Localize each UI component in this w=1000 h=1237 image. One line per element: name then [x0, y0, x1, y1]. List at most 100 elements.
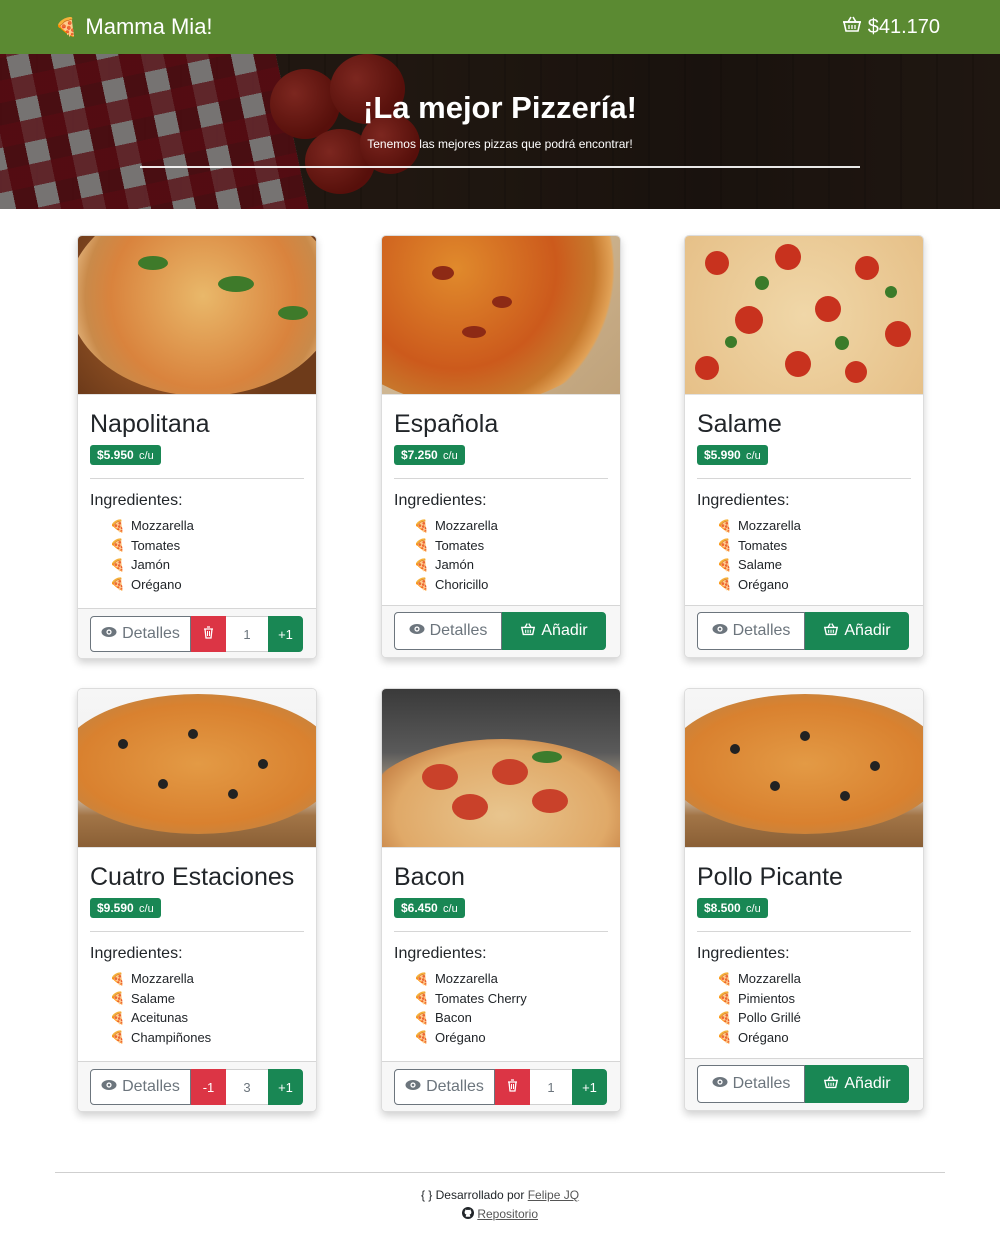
eye-icon — [409, 622, 425, 640]
ingredient-item: 🍕 Mozzarella — [110, 518, 194, 534]
brand-link[interactable]: 🍕 Mamma Mia! — [55, 14, 213, 40]
price-badge: $8.500 c/u — [697, 898, 768, 918]
ingredients-list: 🍕 Mozzarella 🍕 Tomates 🍕 Jamón 🍕 Choricillo — [394, 516, 608, 594]
ingredients-heading: Ingredientes: — [394, 492, 487, 509]
card-footer: Detalles Añadir — [685, 1058, 923, 1110]
pizza-card: Napolitana $5.950 c/u Ingredientes: 🍕 Moz… — [77, 235, 317, 659]
remove-button[interactable] — [191, 616, 226, 652]
pizza-slice-icon: 🍕 — [414, 518, 429, 533]
pizza-slice-icon: 🍕 — [110, 971, 125, 986]
pizza-card: Pollo Picante $8.500 c/u Ingredientes: 🍕… — [684, 688, 924, 1111]
ingredient-item: 🍕 Mozzarella — [110, 971, 194, 987]
ingredient-item: 🍕 Salame — [717, 557, 783, 573]
pizza-card: Bacon $6.450 c/u Ingredientes: 🍕 Mozzarel… — [381, 688, 621, 1112]
pizza-card: Salame $5.990 c/u Ingredientes: 🍕 Mozzare… — [684, 235, 924, 658]
increment-button[interactable]: +1 — [572, 1069, 607, 1105]
divider — [90, 478, 304, 479]
ingredient-item: 🍕 Tomates — [110, 537, 181, 553]
ingredient-item: 🍕 Mozzarella — [717, 971, 801, 987]
ingredient-item: 🍕 Aceitunas — [110, 1010, 189, 1026]
trash-icon — [203, 626, 214, 642]
trash-icon — [507, 1079, 518, 1095]
ingredient-item: 🍕 Orégano — [717, 1029, 789, 1045]
increment-button[interactable]: +1 — [268, 1069, 303, 1105]
ingredient-item: 🍕 Mozzarella — [414, 518, 498, 534]
ingredient-item: 🍕 Mozzarella — [414, 971, 498, 987]
pizza-slice-icon: 🍕 — [717, 991, 732, 1006]
brand-name: Mamma Mia! — [85, 14, 213, 39]
ingredient-item: 🍕 Jamón — [110, 557, 170, 573]
pizza-slice-icon: 🍕 — [717, 1030, 732, 1045]
details-button[interactable]: Detalles — [394, 612, 502, 650]
ingredient-item: 🍕 Tomates — [717, 537, 788, 553]
basket-icon — [520, 622, 536, 641]
details-button[interactable]: Detalles — [697, 1065, 805, 1103]
card-footer: Detalles -1 3 +1 — [78, 1061, 316, 1111]
basket-icon — [823, 622, 839, 641]
hero-subtitle: Tenemos las mejores pizzas que podrá enc… — [367, 137, 633, 151]
pizza-slice-icon: 🍕 — [717, 577, 732, 592]
pizza-slice-icon: 🍕 — [110, 1010, 125, 1025]
hero-title: ¡La mejor Pizzería! — [363, 90, 637, 125]
braces-icon: { } — [420, 1188, 433, 1202]
cart-total-button[interactable]: $41.170 — [842, 15, 940, 39]
divider — [697, 478, 911, 479]
ingredients-heading: Ingredientes: — [394, 945, 487, 962]
card-footer: Detalles 1 +1 — [382, 1061, 620, 1111]
pizza-image — [78, 689, 316, 848]
price-badge: $5.950 c/u — [90, 445, 161, 465]
repository-link[interactable]: Repositorio — [477, 1207, 538, 1221]
pizza-slice-icon: 🍕 — [717, 1010, 732, 1025]
eye-icon — [101, 1078, 117, 1096]
ingredient-item: 🍕 Salame — [110, 990, 176, 1006]
pizza-name: Bacon — [394, 863, 465, 891]
eye-icon — [101, 625, 117, 643]
ingredient-item: 🍕 Orégano — [110, 576, 182, 592]
author-link[interactable]: Felipe JQ — [528, 1188, 579, 1202]
ingredients-list: 🍕 Mozzarella 🍕 Pimientos 🍕 Pollo Grillé 🍕 Or… — [697, 969, 911, 1047]
ingredient-item: 🍕 Champiñones — [110, 1029, 212, 1045]
footer-credit: { } Desarrollado por Felipe JQ — [420, 1188, 580, 1202]
decrement-button[interactable]: -1 — [191, 1069, 226, 1105]
ingredient-item: 🍕 Tomates Cherry — [414, 990, 527, 1006]
eye-icon — [405, 1078, 421, 1096]
hero-banner: ¡La mejor Pizzería! Tenemos las mejores … — [0, 54, 1000, 209]
add-to-cart-button[interactable]: Añadir — [502, 612, 606, 650]
divider — [394, 478, 608, 479]
details-button[interactable]: Detalles — [90, 1069, 191, 1105]
quantity-display: 1 — [530, 1069, 572, 1105]
footer-divider — [55, 1172, 945, 1173]
pizza-image — [382, 236, 620, 395]
ingredient-item: 🍕 Mozzarella — [717, 518, 801, 534]
price-badge: $5.990 c/u — [697, 445, 768, 465]
card-footer: Detalles Añadir — [382, 605, 620, 657]
pizza-slice-icon: 🍕 — [110, 557, 125, 572]
ingredients-heading: Ingredientes: — [697, 492, 790, 509]
pizza-slice-icon: 🍕 — [414, 971, 429, 986]
pizza-icon: 🍕 — [55, 16, 78, 37]
details-button[interactable]: Detalles — [394, 1069, 495, 1105]
divider — [394, 931, 608, 932]
pizza-name: Española — [394, 410, 499, 438]
ingredient-item: 🍕 Pollo Grillé — [717, 1010, 801, 1026]
divider — [697, 931, 911, 932]
ingredient-item: 🍕 Orégano — [717, 576, 789, 592]
remove-button[interactable] — [495, 1069, 530, 1105]
add-to-cart-button[interactable]: Añadir — [805, 1065, 909, 1103]
pizza-slice-icon: 🍕 — [110, 518, 125, 533]
eye-icon — [712, 1075, 728, 1093]
ingredient-item: 🍕 Orégano — [414, 1029, 486, 1045]
details-button[interactable]: Detalles — [90, 616, 191, 652]
ingredients-list: 🍕 Mozzarella 🍕 Salame 🍕 Aceitunas 🍕 Champiño… — [90, 969, 304, 1047]
add-to-cart-button[interactable]: Añadir — [805, 612, 909, 650]
pizza-slice-icon: 🍕 — [717, 538, 732, 553]
ingredients-heading: Ingredientes: — [90, 492, 183, 509]
pizza-image — [382, 689, 620, 848]
ingredient-item: 🍕 Tomates — [414, 537, 485, 553]
pizza-slice-icon: 🍕 — [414, 1010, 429, 1025]
details-button[interactable]: Detalles — [697, 612, 805, 650]
increment-button[interactable]: +1 — [268, 616, 303, 652]
pizza-slice-icon: 🍕 — [414, 991, 429, 1006]
pizza-slice-icon: 🍕 — [717, 518, 732, 533]
eye-icon — [712, 622, 728, 640]
